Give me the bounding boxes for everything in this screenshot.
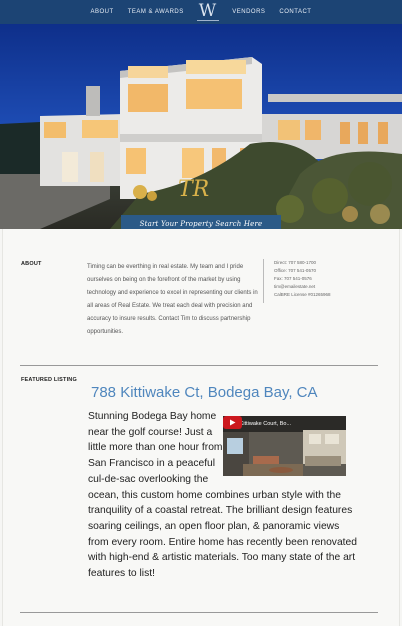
site-logo[interactable]: W — [196, 3, 220, 21]
tr-monogram: TR — [178, 177, 209, 202]
featured-listing-label: FEATURED LISTING — [21, 377, 77, 383]
about-body-text: Timing can be everthing in real estate. … — [87, 264, 258, 335]
bottom-divider — [20, 612, 378, 613]
nav-link-contact[interactable]: CONTACT — [279, 9, 311, 15]
nav-link-vendors[interactable]: VENDORS — [232, 9, 265, 15]
contact-info: Direct: 707 580-1700 Office: 707 541-057… — [263, 259, 331, 303]
direct-phone[interactable]: Direct: 707 580-1700 — [274, 259, 331, 267]
play-icon[interactable] — [223, 416, 242, 429]
hero-house-photo: TR — [0, 24, 402, 229]
video-title: 788 Kittiwake Court, Bo... — [229, 421, 292, 427]
nav-link-about[interactable]: ABOUT — [91, 9, 114, 15]
fax-number: Fax: 707 541-0576 — [274, 276, 312, 281]
nav-link-team-awards[interactable]: TEAM & AWARDS — [128, 9, 184, 15]
top-navigation: ABOUT TEAM & AWARDS W VENDORS CONTACT — [0, 0, 402, 24]
about-section-label: ABOUT — [21, 261, 42, 267]
hero-banner: TR — [0, 24, 402, 229]
listing-title[interactable]: 788 Kittiwake Ct, Bodega Bay, CA — [91, 384, 318, 401]
email-link[interactable]: tim@emailestate.net — [274, 283, 331, 291]
license-number: CalBRE License #01265968 — [274, 292, 331, 297]
video-player[interactable]: 788 Kittiwake Court, Bo... — [223, 416, 346, 476]
office-phone[interactable]: Office: 707 541-0570 — [274, 267, 331, 275]
brand-mark: TR — [178, 177, 209, 202]
section-divider — [20, 365, 378, 366]
